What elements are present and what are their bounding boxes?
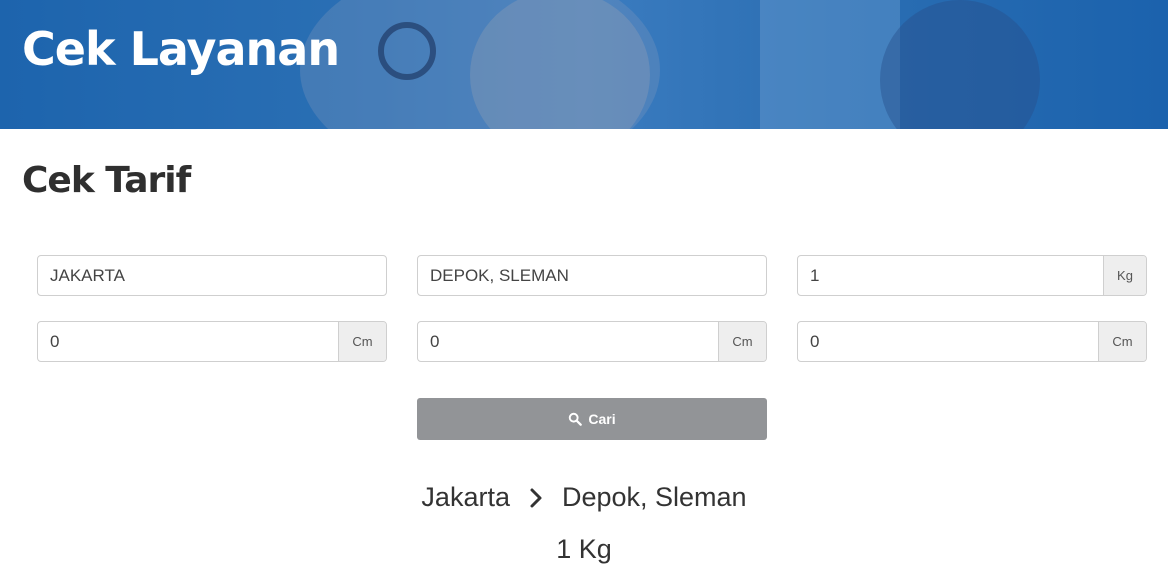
length-field: Cm — [37, 321, 387, 362]
page-title: Cek Layanan — [22, 22, 340, 76]
weight-unit-addon: Kg — [1103, 256, 1146, 295]
width-unit-addon: Cm — [718, 322, 766, 361]
destination-field — [417, 255, 767, 296]
search-button[interactable]: Cari — [417, 398, 767, 440]
result-origin: Jakarta — [421, 482, 510, 512]
height-input[interactable] — [798, 322, 1098, 361]
weight-field: Kg — [797, 255, 1147, 296]
origin-field — [37, 255, 387, 296]
banner-photo-shape — [880, 0, 1040, 129]
destination-input[interactable] — [418, 256, 766, 295]
search-button-label: Cari — [588, 411, 616, 427]
weight-input[interactable] — [798, 256, 1103, 295]
length-unit-addon: Cm — [338, 322, 386, 361]
result-route: Jakarta Depok, Sleman — [0, 482, 1168, 513]
width-field: Cm — [417, 321, 767, 362]
hero-banner: Cek Layanan — [0, 0, 1168, 129]
result-weight: 1 Kg — [556, 534, 612, 564]
banner-photo-shape — [470, 0, 650, 129]
search-icon — [569, 412, 583, 426]
result-destination: Depok, Sleman — [561, 482, 747, 512]
width-input[interactable] — [418, 322, 718, 361]
chevron-right-icon — [530, 488, 542, 507]
headset-icon — [378, 22, 436, 80]
length-input[interactable] — [38, 322, 338, 361]
height-field: Cm — [797, 321, 1147, 362]
height-unit-addon: Cm — [1098, 322, 1146, 361]
banner-photo-shape — [760, 0, 900, 129]
origin-input[interactable] — [38, 256, 386, 295]
section-title: Cek Tarif — [22, 160, 191, 201]
